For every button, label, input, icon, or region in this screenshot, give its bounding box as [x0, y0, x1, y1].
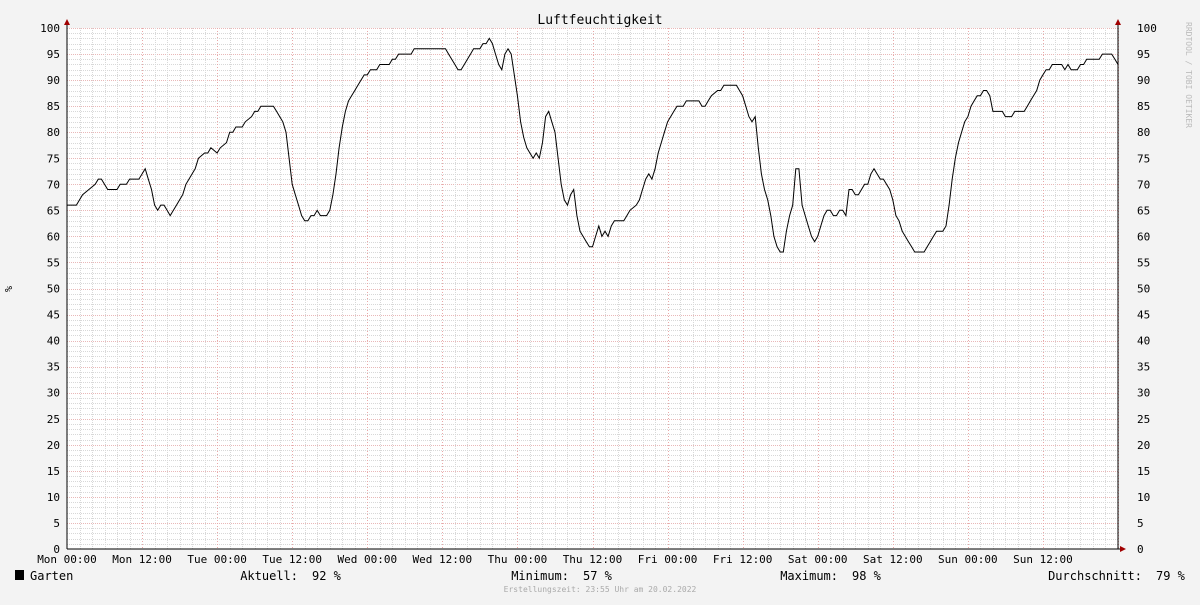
legend: Garten Aktuell: 92 % Minimum: 57 % Maxim…: [15, 569, 1186, 583]
y-tick-label-right: 20: [1137, 439, 1150, 452]
y-tick-label-left: 95: [47, 48, 60, 61]
chart-title: Luftfeuchtigkeit: [537, 13, 662, 28]
x-tick-label: Thu 00:00: [488, 553, 548, 566]
x-tick-label: Fri 00:00: [638, 553, 698, 566]
plot-area: [67, 28, 1118, 549]
legend-series-label: Garten: [30, 569, 73, 583]
legend-max-value: 98 %: [852, 569, 882, 583]
y-tick-label-left: 35: [47, 361, 60, 374]
y-tick-label-right: 95: [1137, 48, 1150, 61]
y-tick-label-left: 20: [47, 439, 60, 452]
x-tick-label: Sun 00:00: [938, 553, 998, 566]
y-axis-arrow-right: [1115, 19, 1121, 25]
y-tick-labels-right: 0 5 10 15 20 25 30 35 40 45 50 55 60 65 70 75 80 85 90 95 10…: [1137, 22, 1157, 556]
y-tick-label-left: 80: [47, 126, 60, 139]
y-tick-label-left: 75: [47, 152, 60, 165]
legend-swatch: [15, 570, 24, 580]
legend-avg-label: Durchschnitt:: [1048, 569, 1142, 583]
humidity-chart: Luftfeuchtigkeit % RRDTOOL / TOBI OETIKE…: [4, 13, 1193, 594]
y-tick-label-right: 45: [1137, 309, 1150, 322]
y-tick-label-left: 5: [53, 517, 60, 530]
y-axis-label-left: %: [4, 286, 15, 292]
legend-min-label: Minimum:: [511, 569, 569, 583]
x-tick-label: Fri 12:00: [713, 553, 773, 566]
x-axis-arrow: [1120, 546, 1126, 552]
y-tick-label-left: 10: [47, 491, 60, 504]
y-tick-label-right: 40: [1137, 335, 1150, 348]
x-tick-label: Sun 12:00: [1013, 553, 1073, 566]
chart-image: Luftfeuchtigkeit % RRDTOOL / TOBI OETIKE…: [0, 0, 1200, 600]
y-tick-label-left: 90: [47, 74, 60, 87]
legend-avg-value: 79 %: [1156, 569, 1186, 583]
y-tick-labels-left: 0510152025303540455055606570758085909510…: [40, 22, 60, 556]
y-tick-label-left: 65: [47, 204, 60, 217]
y-tick-label-right: 55: [1137, 256, 1150, 269]
y-tick-label-left: 30: [47, 387, 60, 400]
y-tick-label-right: 80: [1137, 126, 1150, 139]
y-tick-label-left: 100: [40, 22, 60, 35]
y-tick-label-left: 45: [47, 309, 60, 322]
y-tick-label-right: 70: [1137, 178, 1150, 191]
legend-current-label: Aktuell:: [240, 569, 298, 583]
y-tick-label-left: 15: [47, 465, 60, 478]
x-tick-label: Wed 00:00: [337, 553, 397, 566]
x-tick-labels: Mon 00:00 Mon 12:00 Tue 00:00 Tue 12:00 Wed …: [37, 553, 1073, 566]
y-tick-label-right: 100: [1137, 22, 1157, 35]
creation-time-footer: Erstellungszeit: 23:55 Uhr am 20.02.2022: [504, 585, 697, 594]
y-tick-label-right: 75: [1137, 152, 1150, 165]
rrdtool-watermark: RRDTOOL / TOBI OETIKER: [1184, 22, 1193, 128]
x-tick-label: Sat 12:00: [863, 553, 923, 566]
x-tick-label: Mon 00:00: [37, 553, 97, 566]
y-tick-label-right: 10: [1137, 491, 1150, 504]
legend-min-value: 57 %: [583, 569, 613, 583]
y-tick-label-right: 25: [1137, 413, 1150, 426]
y-tick-label-left: 70: [47, 178, 60, 191]
x-tick-label: Sat 00:00: [788, 553, 848, 566]
y-tick-label-right: 5: [1137, 517, 1144, 530]
y-tick-label-left: 55: [47, 256, 60, 269]
y-axis-arrow-left: [64, 19, 70, 25]
y-tick-label-right: 60: [1137, 230, 1150, 243]
y-tick-label-right: 15: [1137, 465, 1150, 478]
y-tick-label-right: 0: [1137, 543, 1144, 556]
y-tick-label-right: 65: [1137, 204, 1150, 217]
x-tick-label: Thu 12:00: [563, 553, 623, 566]
x-tick-label: Tue 00:00: [187, 553, 247, 566]
y-tick-label-left: 50: [47, 283, 60, 296]
y-tick-label-left: 85: [47, 100, 60, 113]
x-tick-label: Mon 12:00: [112, 553, 172, 566]
y-tick-label-left: 25: [47, 413, 60, 426]
legend-current-value: 92 %: [312, 569, 342, 583]
y-tick-label-left: 40: [47, 335, 60, 348]
y-tick-label-right: 35: [1137, 361, 1150, 374]
y-tick-label-right: 30: [1137, 387, 1150, 400]
legend-max-label: Maximum:: [780, 569, 838, 583]
x-tick-label: Wed 12:00: [413, 553, 473, 566]
y-tick-label-right: 90: [1137, 74, 1150, 87]
y-tick-label-right: 50: [1137, 283, 1150, 296]
y-tick-label-left: 60: [47, 230, 60, 243]
x-tick-label: Tue 12:00: [262, 553, 322, 566]
y-tick-label-right: 85: [1137, 100, 1150, 113]
